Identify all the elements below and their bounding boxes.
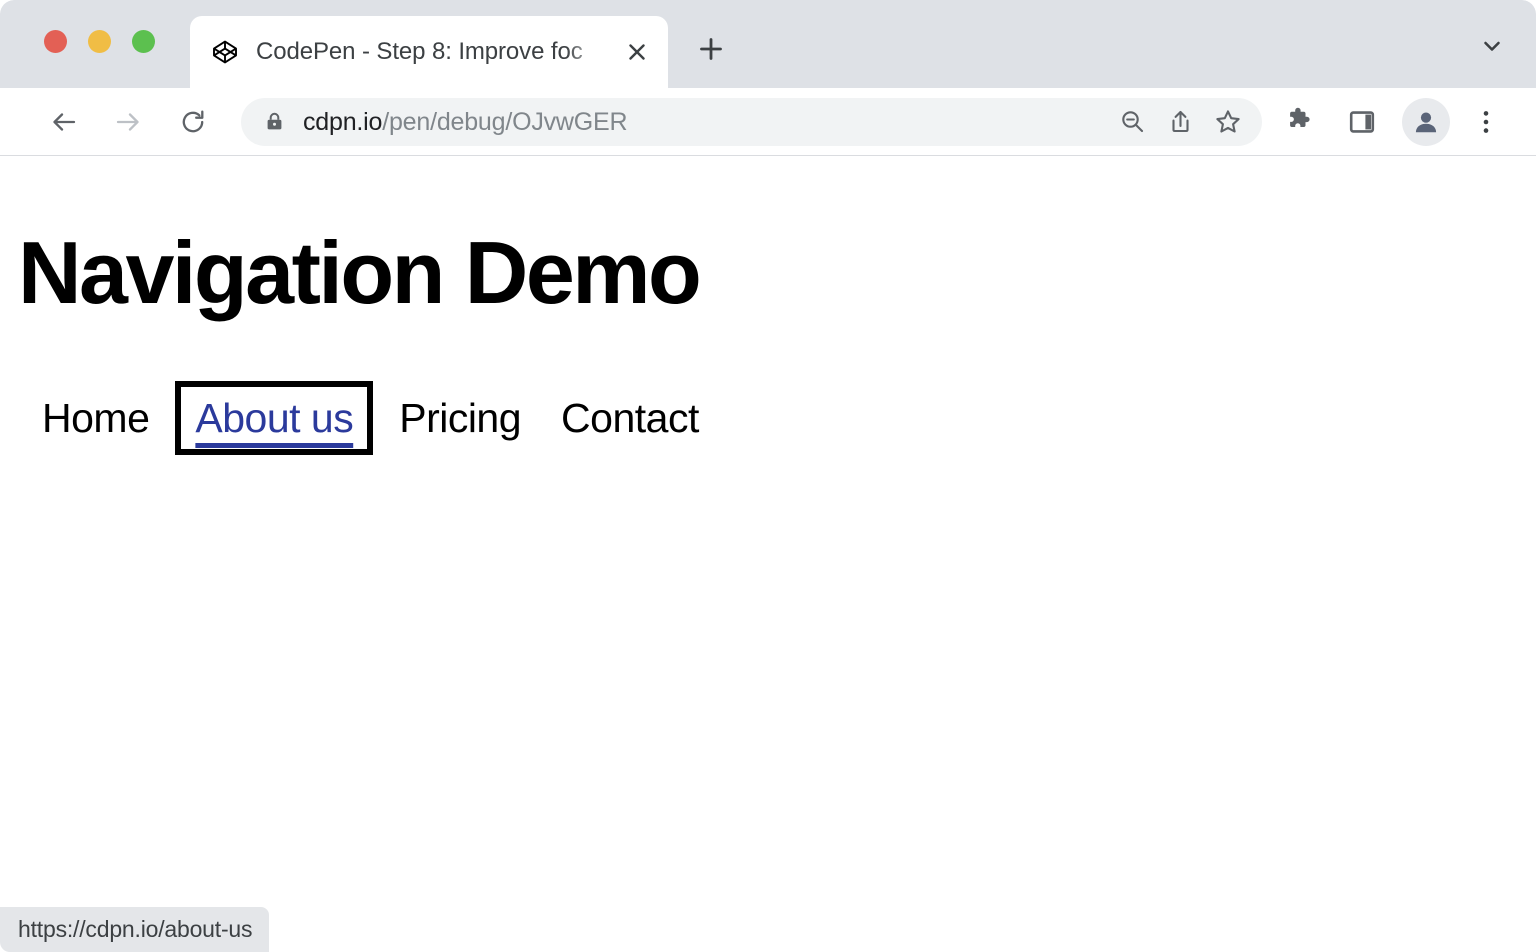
- profile-avatar[interactable]: [1402, 98, 1450, 146]
- chevron-down-icon: [1480, 34, 1504, 58]
- side-panel-icon: [1348, 108, 1376, 136]
- tab-strip: CodePen - Step 8: Improve foc: [0, 0, 1536, 88]
- address-bar[interactable]: cdpn.io/pen/debug/OJvwGER: [241, 98, 1262, 146]
- window-traffic-lights: [44, 30, 155, 53]
- nav-link-pricing[interactable]: Pricing: [379, 393, 541, 443]
- tab-list-button[interactable]: [1472, 26, 1512, 66]
- reload-icon: [178, 107, 208, 137]
- list-item: Pricing: [379, 393, 541, 443]
- browser-toolbar: cdpn.io/pen/debug/OJvwGER: [0, 88, 1536, 156]
- nav-link-about-us[interactable]: About us: [187, 393, 361, 443]
- tab-codepen[interactable]: CodePen - Step 8: Improve foc: [190, 16, 668, 88]
- star-icon[interactable]: [1204, 98, 1252, 146]
- reload-button[interactable]: [169, 98, 217, 146]
- window-minimize-button[interactable]: [88, 30, 111, 53]
- extensions-button[interactable]: [1274, 98, 1322, 146]
- list-item: About us: [169, 393, 379, 443]
- forward-button: [104, 98, 152, 146]
- window-close-button[interactable]: [44, 30, 67, 53]
- status-bar-url: https://cdpn.io/about-us: [0, 907, 269, 952]
- profile-avatar-icon: [1412, 108, 1440, 136]
- tab-title-container: CodePen - Step 8: Improve foc: [256, 35, 612, 69]
- side-panel-button[interactable]: [1338, 98, 1386, 146]
- nav-link-contact[interactable]: Contact: [541, 393, 719, 443]
- puzzle-icon: [1283, 107, 1313, 137]
- url-text: cdpn.io/pen/debug/OJvwGER: [303, 107, 1108, 137]
- new-tab-button[interactable]: [690, 28, 732, 70]
- arrow-right-icon: [113, 107, 143, 137]
- lock-icon[interactable]: [263, 111, 285, 133]
- list-item: Home: [22, 393, 169, 443]
- window-maximize-button[interactable]: [132, 30, 155, 53]
- codepen-icon: [212, 39, 238, 65]
- tab-title: CodePen - Step 8: Improve foc: [256, 35, 583, 69]
- site-navigation: Home About us Pricing Contact: [22, 393, 719, 443]
- close-icon[interactable]: [620, 35, 654, 69]
- three-dot-menu-button[interactable]: [1462, 98, 1510, 146]
- arrow-left-icon: [49, 107, 79, 137]
- nav-link-home[interactable]: Home: [22, 393, 169, 443]
- three-dot-menu-icon: [1473, 109, 1499, 135]
- browser-window: CodePen - Step 8: Improve foc: [0, 0, 1536, 952]
- plus-icon: [698, 36, 724, 62]
- share-icon[interactable]: [1156, 98, 1204, 146]
- back-button[interactable]: [40, 98, 88, 146]
- page-viewport: Navigation Demo Home About us Pricing Co…: [0, 156, 1536, 952]
- page-title: Navigation Demo: [18, 229, 699, 317]
- url-host: cdpn.io: [303, 108, 382, 136]
- url-path: /pen/debug/OJvwGER: [382, 108, 627, 136]
- zoom-out-icon[interactable]: [1108, 98, 1156, 146]
- list-item: Contact: [541, 393, 719, 443]
